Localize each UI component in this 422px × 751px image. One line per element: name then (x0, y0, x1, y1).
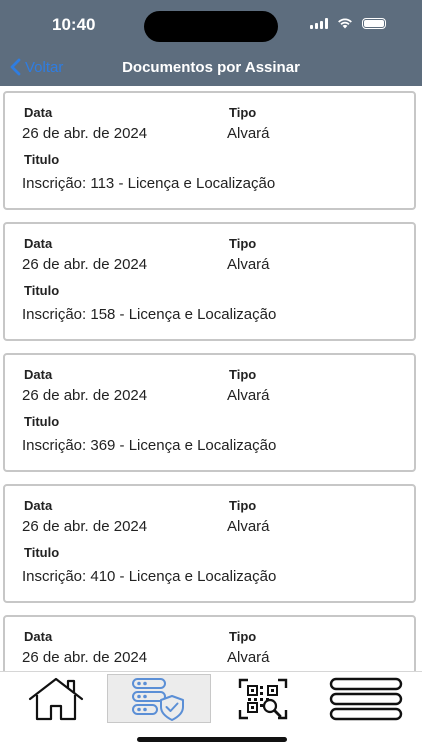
date-label: Data (24, 236, 53, 251)
date-value: 26 de abr. de 2024 (22, 649, 148, 666)
type-value: Alvará (227, 518, 270, 535)
date-label: Data (24, 498, 53, 513)
date-value: 26 de abr. de 2024 (22, 387, 148, 404)
cellular-signal-icon (310, 17, 328, 29)
dynamic-island (144, 11, 278, 42)
type-value: Alvará (227, 387, 270, 404)
page-title: Documentos por Assinar (122, 59, 300, 76)
type-label: Tipo (229, 367, 257, 382)
document-card[interactable]: Data Tipo 26 de abr. de 2024 Alvará Titu… (3, 91, 416, 210)
title-value: Inscrição: 113 - Licença e Localização (22, 175, 276, 192)
tab-home[interactable] (6, 674, 106, 723)
home-indicator[interactable] (137, 737, 287, 742)
status-time: 10:40 (52, 15, 96, 34)
type-value: Alvará (227, 125, 270, 142)
wifi-icon (338, 18, 352, 29)
title-label: Titulo (24, 152, 60, 167)
title-value: Inscrição: 410 - Licença e Localização (22, 568, 277, 585)
home-icon (28, 677, 84, 720)
document-card[interactable]: Data Tipo 26 de abr. de 2024 Alvará (3, 615, 416, 671)
title-value: Inscrição: 369 - Licença e Localização (22, 437, 277, 454)
status-icons (310, 17, 386, 29)
navigation-bar: Voltar Documentos por Assinar (0, 50, 422, 86)
date-value: 26 de abr. de 2024 (22, 518, 148, 535)
type-label: Tipo (229, 498, 257, 513)
date-label: Data (24, 629, 53, 644)
document-card[interactable]: Data Tipo 26 de abr. de 2024 Alvará Titu… (3, 353, 416, 472)
document-card[interactable]: Data Tipo 26 de abr. de 2024 Alvará Titu… (3, 222, 416, 341)
menu-icon (329, 677, 403, 720)
type-value: Alvará (227, 649, 270, 666)
type-label: Tipo (229, 236, 257, 251)
date-label: Data (24, 105, 53, 120)
title-label: Titulo (24, 545, 60, 560)
type-value: Alvará (227, 256, 270, 273)
status-bar: 10:40 (0, 0, 422, 50)
date-value: 26 de abr. de 2024 (22, 125, 148, 142)
type-label: Tipo (229, 629, 257, 644)
battery-icon (362, 17, 386, 29)
title-label: Titulo (24, 283, 60, 298)
document-list[interactable]: Data Tipo 26 de abr. de 2024 Alvará Titu… (0, 86, 422, 671)
server-shield-icon (132, 677, 184, 721)
tab-qr-scan[interactable] (213, 674, 313, 723)
title-value: Inscrição: 158 - Licença e Localização (22, 306, 277, 323)
tab-documents[interactable] (107, 674, 211, 723)
document-card[interactable]: Data Tipo 26 de abr. de 2024 Alvará Titu… (3, 484, 416, 603)
qr-search-icon (238, 678, 288, 719)
type-label: Tipo (229, 105, 257, 120)
tab-menu[interactable] (316, 674, 416, 723)
title-label: Titulo (24, 414, 60, 429)
date-label: Data (24, 367, 53, 382)
date-value: 26 de abr. de 2024 (22, 256, 148, 273)
